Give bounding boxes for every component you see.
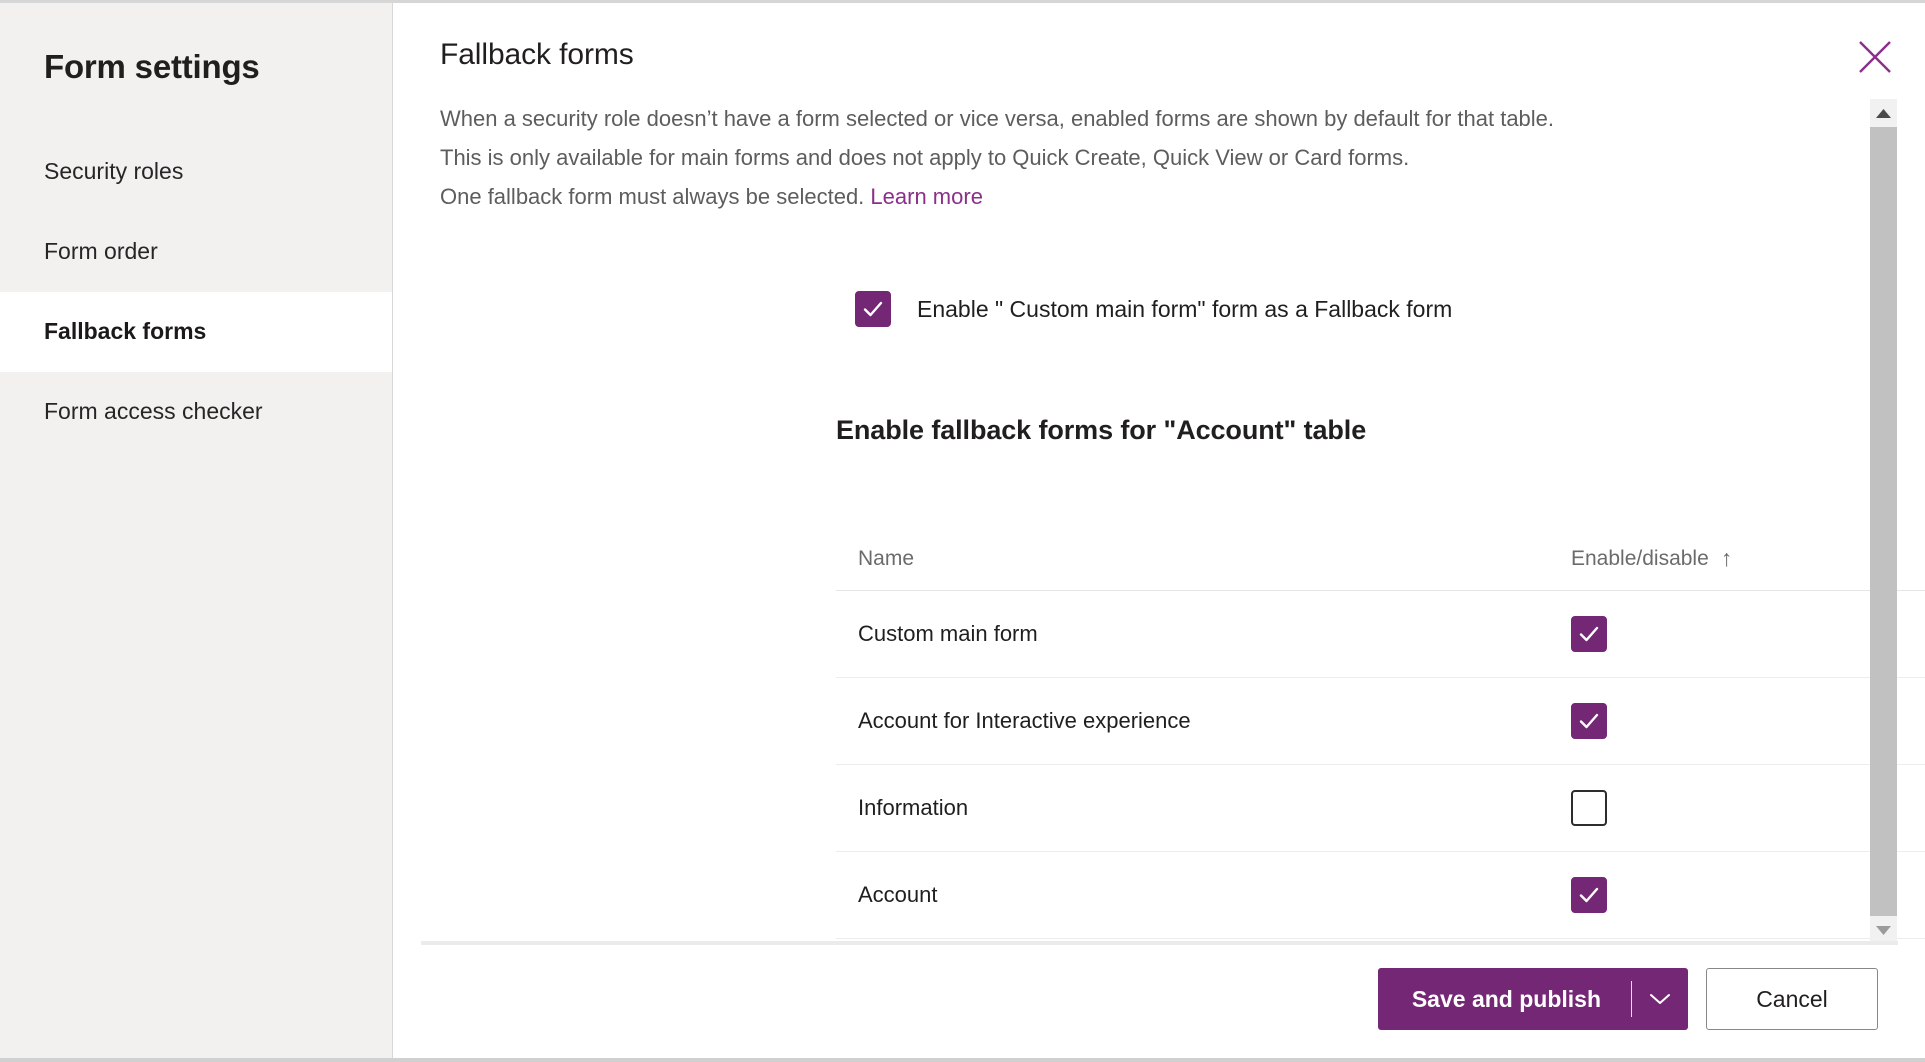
description-line-1: When a security role doesn’t have a form… xyxy=(440,99,1860,138)
chevron-down-icon xyxy=(1649,992,1671,1006)
row-enable-checkbox[interactable] xyxy=(1571,703,1607,739)
sidebar-item-label: Form order xyxy=(44,238,158,265)
page-title: Form settings xyxy=(0,3,392,87)
form-name-cell: Account for Interactive experience xyxy=(836,708,1571,734)
description-line-3: One fallback form must always be selecte… xyxy=(440,184,864,209)
close-icon xyxy=(1858,40,1892,74)
description-line-3-wrap: One fallback form must always be selecte… xyxy=(440,177,1860,216)
save-and-publish-button[interactable]: Save and publish xyxy=(1378,968,1631,1030)
table-row[interactable]: Account xyxy=(836,852,1925,939)
master-fallback-checkbox[interactable] xyxy=(855,291,891,327)
description-line-2: This is only available for main forms an… xyxy=(440,138,1860,177)
fallback-forms-table: Name Enable/disable ↑ Custom main form xyxy=(836,527,1925,939)
save-and-publish-menu-button[interactable] xyxy=(1632,968,1688,1030)
sidebar-item-form-order[interactable]: Form order xyxy=(0,212,392,292)
form-name-cell: Custom main form xyxy=(836,621,1571,647)
learn-more-link[interactable]: Learn more xyxy=(870,184,983,209)
checkmark-icon xyxy=(862,298,884,320)
table-row[interactable]: Custom main form xyxy=(836,591,1925,678)
table-row[interactable]: Information xyxy=(836,765,1925,852)
master-fallback-checkbox-label: Enable " Custom main form" form as a Fal… xyxy=(917,296,1452,323)
sidebar-item-label: Form access checker xyxy=(44,398,263,425)
column-header-enable-disable-label: Enable/disable xyxy=(1571,547,1709,571)
table-header-row: Name Enable/disable ↑ xyxy=(836,527,1925,591)
panel-description: When a security role doesn’t have a form… xyxy=(440,99,1860,216)
checkmark-icon xyxy=(1578,884,1600,906)
caret-up-icon xyxy=(1875,108,1892,119)
table-row[interactable]: Account for Interactive experience xyxy=(836,678,1925,765)
close-button[interactable] xyxy=(1849,31,1901,83)
sidebar-item-form-access-checker[interactable]: Form access checker xyxy=(0,372,392,452)
save-and-publish-split-button[interactable]: Save and publish xyxy=(1378,968,1688,1030)
dialog-footer: Save and publish Cancel xyxy=(393,940,1925,1058)
sidebar-item-security-roles[interactable]: Security roles xyxy=(0,132,392,212)
panel-title: Fallback forms xyxy=(440,38,634,72)
scrollbar-thumb[interactable] xyxy=(1870,127,1897,916)
main-panel: Fallback forms When a security role does… xyxy=(393,3,1925,1058)
sidebar-item-label: Security roles xyxy=(44,158,183,185)
scroll-up-button[interactable] xyxy=(1870,99,1897,127)
section-heading: Enable fallback forms for "Account" tabl… xyxy=(836,415,1366,446)
sidebar-nav: Security roles Form order Fallback forms… xyxy=(0,132,392,452)
row-enable-checkbox[interactable] xyxy=(1571,877,1607,913)
split-button-divider xyxy=(1631,981,1632,1017)
vertical-scrollbar[interactable] xyxy=(1870,99,1897,944)
row-enable-checkbox[interactable] xyxy=(1571,790,1607,826)
form-name-cell: Account xyxy=(836,882,1571,908)
column-header-name[interactable]: Name xyxy=(836,547,1571,571)
caret-down-icon xyxy=(1875,925,1892,936)
master-fallback-checkbox-row[interactable]: Enable " Custom main form" form as a Fal… xyxy=(855,291,1452,327)
sidebar-item-label: Fallback forms xyxy=(44,318,206,345)
row-enable-checkbox[interactable] xyxy=(1571,616,1607,652)
form-settings-dialog: Form settings Security roles Form order … xyxy=(0,0,1925,1062)
sort-ascending-icon: ↑ xyxy=(1721,547,1733,570)
checkmark-icon xyxy=(1578,623,1600,645)
sidebar: Form settings Security roles Form order … xyxy=(0,3,393,1058)
sidebar-item-fallback-forms[interactable]: Fallback forms xyxy=(0,292,392,372)
form-name-cell: Information xyxy=(836,795,1571,821)
cancel-button[interactable]: Cancel xyxy=(1706,968,1878,1030)
checkmark-icon xyxy=(1578,710,1600,732)
